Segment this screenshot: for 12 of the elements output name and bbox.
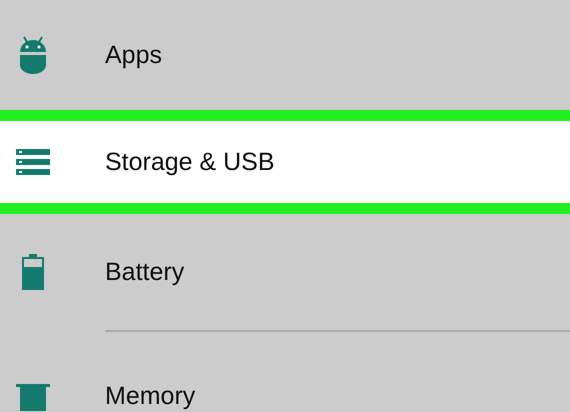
settings-item[interactable]: Memory: [0, 332, 570, 412]
item-label: Battery: [105, 257, 184, 287]
storage-icon: [16, 149, 50, 175]
settings-item[interactable]: Apps: [0, 0, 570, 110]
memory-chip-icon: [16, 381, 50, 411]
android-icon: [18, 36, 48, 74]
item-label: Memory: [105, 381, 196, 411]
battery-icon: [22, 254, 44, 290]
settings-item[interactable]: Battery: [0, 214, 570, 330]
settings-item[interactable]: Storage & USB: [0, 110, 570, 214]
item-label: Apps: [105, 40, 162, 70]
item-label: Storage & USB: [105, 147, 275, 177]
